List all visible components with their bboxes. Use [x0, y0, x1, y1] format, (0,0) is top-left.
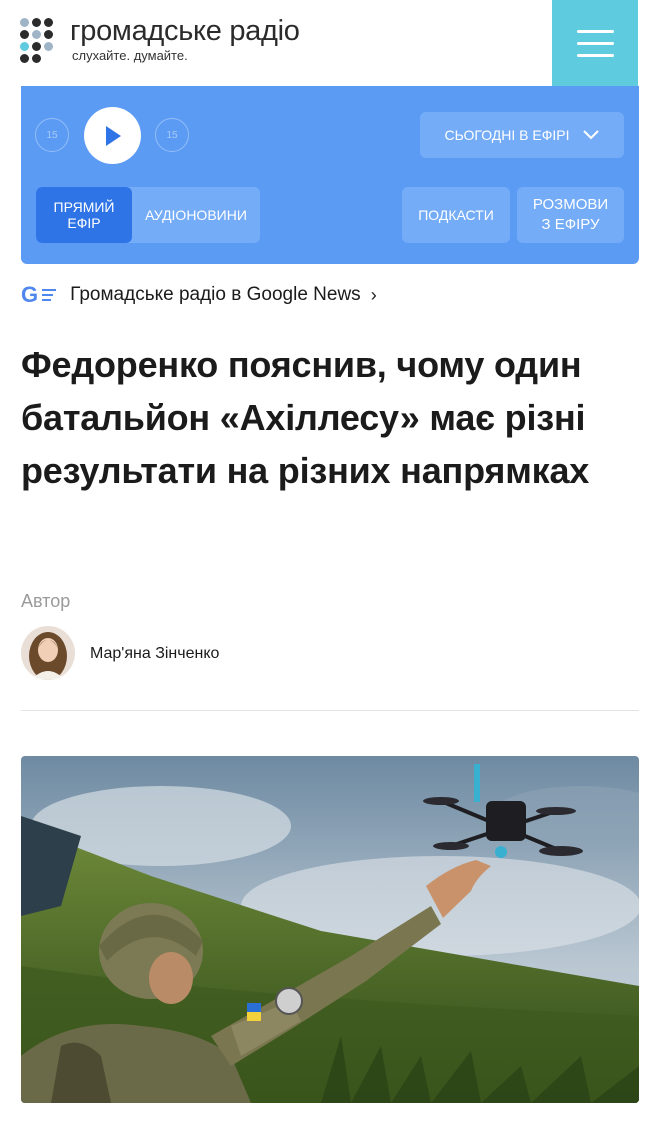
tab-live-broadcast[interactable]: ПРЯМИЙ ЕФІР: [36, 187, 132, 243]
google-news-icon: G: [21, 282, 39, 307]
google-news-lines-icon: [42, 289, 57, 301]
logo-title: громадське радіо: [70, 15, 300, 47]
radio-player: 15 15 СЬОГОДНІ В ЕФІРІ ПРЯМИЙ ЕФІР АУДІО…: [21, 86, 639, 264]
chevron-right-icon: ›: [370, 284, 377, 305]
rewind-15-icon: 15: [46, 129, 58, 141]
play-icon: [105, 125, 121, 146]
talks-label-line1: РОЗМОВИ: [532, 196, 609, 213]
tab-audio-news[interactable]: АУДІОНОВИНИ: [132, 187, 260, 243]
rewind-15-button[interactable]: 15: [35, 118, 69, 152]
podcasts-label: ПОДКАСТИ: [418, 207, 494, 223]
play-button[interactable]: [84, 107, 141, 164]
forward-15-button[interactable]: 15: [155, 118, 189, 152]
site-logo[interactable]: громадське радіо слухайте. думайте.: [20, 16, 300, 63]
google-news-link[interactable]: G Громадське радіо в Google News ›: [21, 282, 377, 308]
talks-label-line2: З ЕФІРУ: [541, 216, 600, 233]
chevron-down-icon: [583, 130, 600, 140]
site-header: громадське радіо слухайте. думайте.: [0, 0, 660, 86]
tab-live-label-line2: ЕФІР: [67, 215, 101, 231]
article-photo: [21, 756, 639, 1103]
today-on-air-dropdown[interactable]: СЬОГОДНІ В ЕФІРІ: [420, 112, 624, 158]
author-label: Автор: [21, 591, 71, 611]
forward-15-icon: 15: [166, 129, 178, 141]
google-news-text: Громадське радіо в Google News: [70, 284, 361, 305]
talks-from-air-button[interactable]: РОЗМОВИ З ЕФІРУ: [517, 187, 624, 243]
player-tabs: ПРЯМИЙ ЕФІР АУДІОНОВИНИ: [36, 187, 260, 243]
author-avatar[interactable]: [21, 626, 75, 680]
logo-dots-icon: [20, 16, 60, 63]
author-name[interactable]: Мар'яна Зінченко: [90, 645, 219, 663]
logo-subtitle: слухайте. думайте.: [72, 48, 188, 63]
podcasts-button[interactable]: ПОДКАСТИ: [402, 187, 510, 243]
today-on-air-label: СЬОГОДНІ В ЕФІРІ: [444, 127, 570, 143]
divider: [21, 710, 639, 711]
menu-button[interactable]: [552, 0, 638, 86]
hamburger-icon: [576, 29, 614, 33]
tab-audio-news-label: АУДІОНОВИНИ: [145, 207, 247, 223]
article-headline: Федоренко пояснив, чому один батальйон «…: [21, 344, 590, 491]
tab-live-label-line1: ПРЯМИЙ: [53, 199, 115, 215]
